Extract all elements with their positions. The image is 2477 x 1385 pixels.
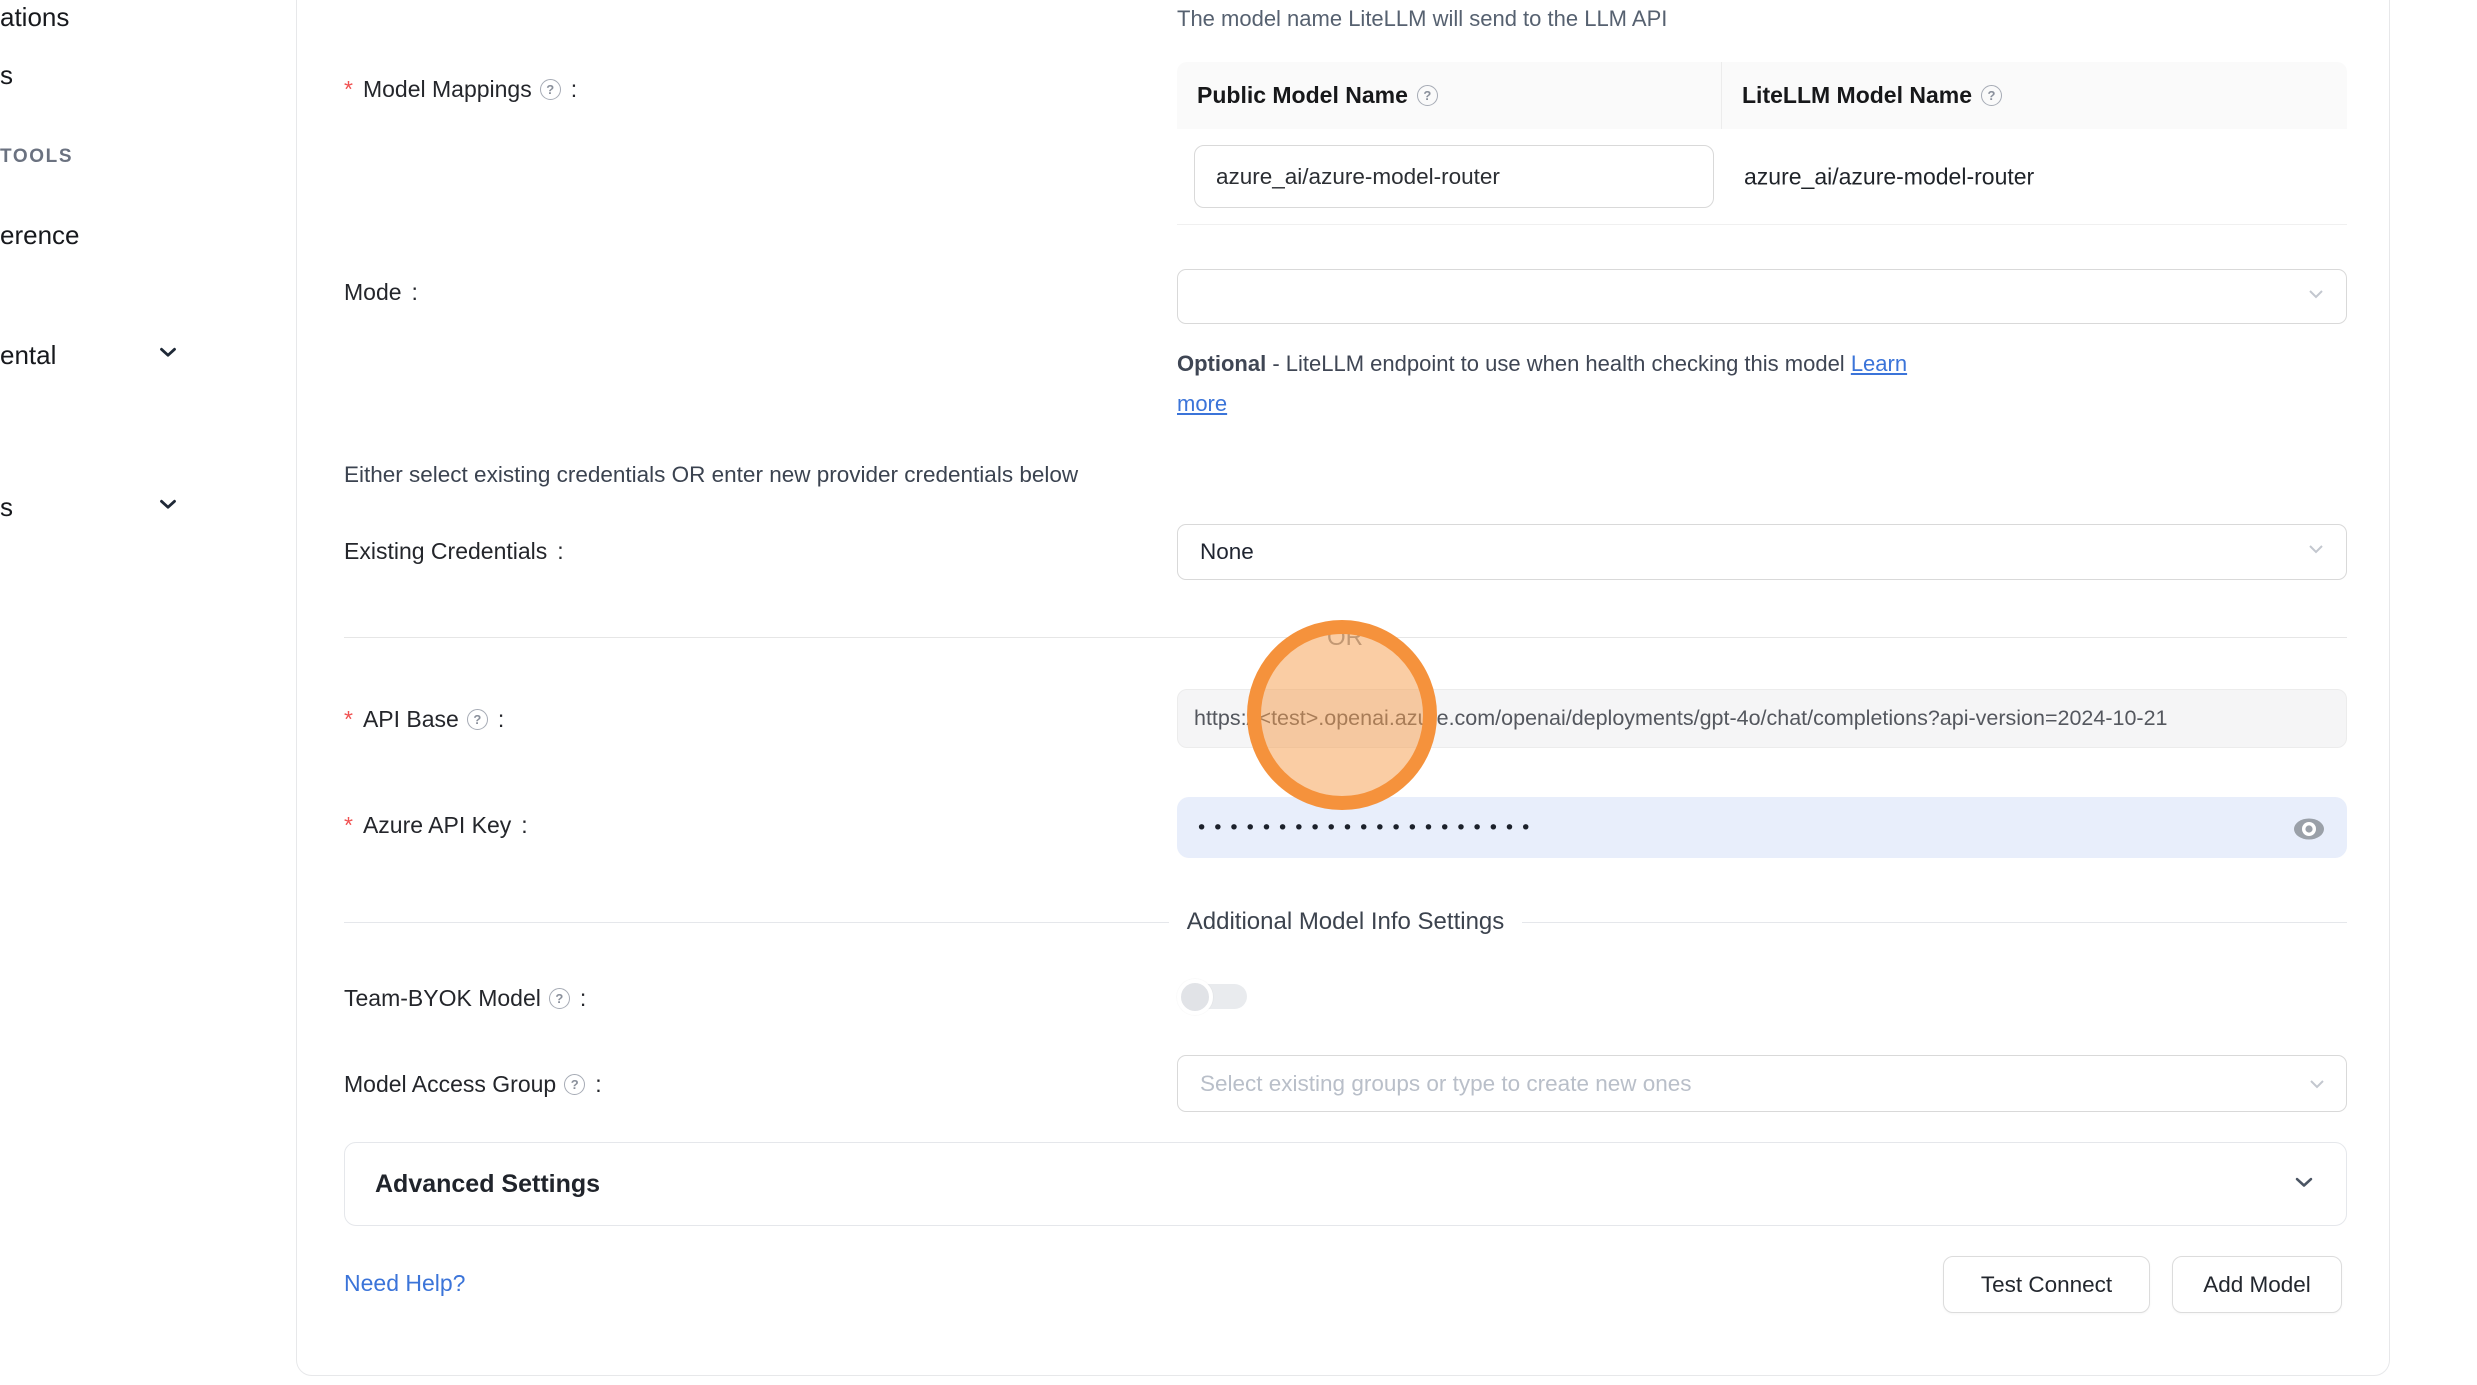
table-row: azure_ai/azure-model-router <box>1177 129 2347 225</box>
model-mappings-label: * Model Mappings ? : <box>344 76 577 103</box>
model-access-group-label: Model Access Group ? : <box>344 1071 602 1098</box>
litellm-model-name-value: azure_ai/azure-model-router <box>1744 163 2034 190</box>
required-mark: * <box>344 812 353 839</box>
model-mappings-table: Public Model Name ? LiteLLM Model Name ?… <box>1177 62 2347 225</box>
help-icon[interactable]: ? <box>1981 85 2002 106</box>
public-model-name-input[interactable] <box>1194 145 1714 208</box>
column-header-litellm-model-name: LiteLLM Model Name ? <box>1722 62 2002 129</box>
required-mark: * <box>344 706 353 733</box>
sidebar-item-label: s <box>0 60 13 91</box>
chevron-down-icon <box>155 339 181 372</box>
required-mark: * <box>344 76 353 103</box>
mode-hint-bold: Optional <box>1177 351 1266 376</box>
team-byok-toggle-knob[interactable] <box>1177 979 1213 1015</box>
sidebar-item-label: s <box>0 492 13 523</box>
credentials-note: Either select existing credentials OR en… <box>344 462 1078 488</box>
need-help-link[interactable]: Need Help? <box>344 1270 465 1297</box>
mode-hint: Optional - LiteLLM endpoint to use when … <box>1177 344 2297 424</box>
help-icon[interactable]: ? <box>467 709 488 730</box>
mode-label: Mode : <box>344 279 418 306</box>
model-access-group-input[interactable] <box>1177 1055 2347 1112</box>
existing-credentials-select[interactable]: None <box>1177 524 2347 580</box>
chevron-down-icon <box>2305 1072 2329 1101</box>
additional-settings-divider: Additional Model Info Settings <box>344 908 2347 936</box>
table-header: Public Model Name ? LiteLLM Model Name ? <box>1177 62 2347 129</box>
sidebar-item-models[interactable]: s <box>0 60 13 91</box>
sidebar-item-label: erence <box>0 220 80 251</box>
sidebar-item-label: ations <box>0 2 69 33</box>
sidebar-item-api-reference[interactable]: erence <box>0 220 80 251</box>
click-highlight-indicator <box>1247 620 1437 810</box>
advanced-settings-panel[interactable]: Advanced Settings <box>344 1142 2347 1226</box>
sidebar-item-settings[interactable]: s <box>0 492 13 523</box>
mode-select[interactable] <box>1177 269 2347 324</box>
sidebar-section-tools: TOOLS <box>0 146 73 168</box>
api-base-label: * API Base ? : <box>344 706 504 733</box>
chevron-down-icon <box>2304 282 2328 312</box>
add-model-button[interactable]: Add Model <box>2172 1256 2342 1313</box>
sidebar-item-label: ental <box>0 340 56 371</box>
column-header-public-model-name: Public Model Name ? <box>1177 62 1722 129</box>
help-icon[interactable]: ? <box>549 988 570 1009</box>
test-connect-button[interactable]: Test Connect <box>1943 1256 2150 1313</box>
eye-icon[interactable] <box>2292 816 2326 847</box>
azure-api-key-label: * Azure API Key : <box>344 812 528 839</box>
chevron-down-icon <box>2304 537 2328 567</box>
learn-more-link[interactable]: Learn <box>1851 351 1907 376</box>
model-name-hint: The model name LiteLLM will send to the … <box>1177 6 1667 32</box>
team-byok-label: Team-BYOK Model ? : <box>344 985 586 1012</box>
advanced-settings-title: Advanced Settings <box>375 1170 2290 1199</box>
existing-credentials-label: Existing Credentials : <box>344 538 564 565</box>
sidebar-item-experimental[interactable]: ental <box>0 340 56 371</box>
sidebar-item-organizations[interactable]: ations <box>0 2 69 33</box>
chevron-down-icon <box>155 491 181 524</box>
help-icon[interactable]: ? <box>1417 85 1438 106</box>
help-icon[interactable]: ? <box>540 79 561 100</box>
sidebar-section-label: TOOLS <box>0 146 73 168</box>
help-icon[interactable]: ? <box>564 1074 585 1095</box>
chevron-down-icon <box>2290 1168 2318 1201</box>
learn-more-link[interactable]: more <box>1177 391 1227 416</box>
